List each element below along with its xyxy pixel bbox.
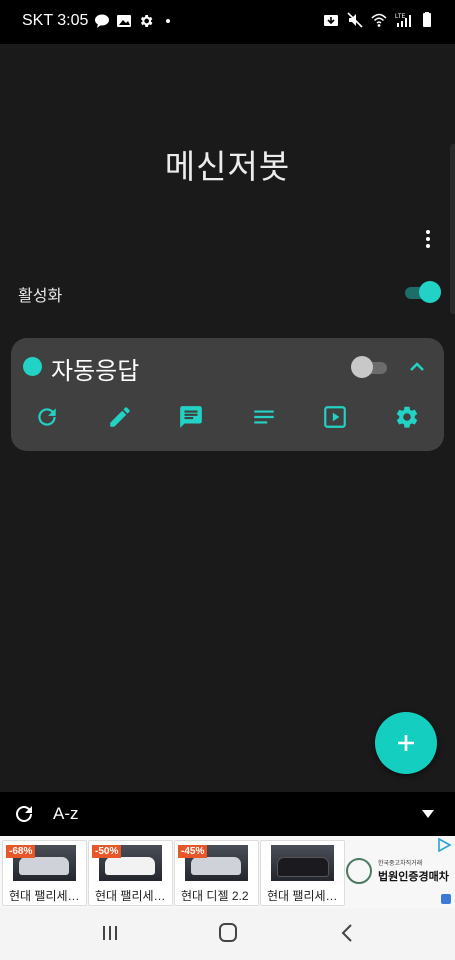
ad-item[interactable]: 현대 팰리세이드 [260, 840, 345, 906]
activate-label: 활성화 [18, 286, 63, 305]
app-body: 메신저봇 활성화 자동응답 [0, 44, 455, 792]
toggle-thumb [419, 281, 441, 303]
nav-bar [0, 908, 455, 960]
status-bar: SKT 3:05 LTE [0, 0, 455, 44]
more-vert-icon[interactable] [418, 227, 438, 251]
ad-item-text: 현대 팰리세이드 [95, 889, 171, 903]
gear-icon [141, 15, 153, 27]
brand-title: 법원인증경매차 [378, 871, 449, 883]
bot-card[interactable]: 자동응답 [11, 338, 444, 451]
ad-choices-icon[interactable] [437, 838, 451, 852]
image-icon [117, 15, 132, 27]
ad-brand[interactable]: 한국중고차직거래 법원인증경매차 [346, 854, 450, 890]
refresh-icon[interactable] [12, 802, 36, 826]
ad-item[interactable]: -45% 현대 디젤 2.2 [174, 840, 259, 906]
lte-signal-icon: LTE [395, 14, 411, 27]
app-title: 메신저봇 [164, 147, 291, 186]
bot-enable-toggle[interactable] [351, 356, 389, 378]
toggle-thumb [351, 356, 373, 378]
ad-item[interactable]: -50% 현대 팰리세이드 [88, 840, 173, 906]
edit-icon[interactable] [107, 404, 133, 430]
sort-bar: A-z [0, 792, 455, 836]
ad-item[interactable]: -68% 현대 팰리세이드 [2, 840, 87, 906]
back-icon[interactable] [333, 922, 361, 944]
bot-actions [11, 404, 444, 434]
ad-banner[interactable]: -68% 현대 팰리세이드 -50% 현대 팰리세이드 -45% 현대 디젤 2… [0, 836, 455, 908]
ad-info-icon[interactable] [441, 894, 451, 904]
refresh-icon[interactable] [34, 404, 60, 430]
ad-item-text: 현대 디젤 2.2 [181, 889, 249, 903]
brand-logo-icon [346, 858, 372, 884]
svg-text:LTE: LTE [395, 14, 406, 20]
discount-badge: -45% [178, 845, 208, 858]
chevron-down-icon[interactable] [422, 810, 434, 818]
talk-icon [95, 14, 110, 28]
discount-badge: -50% [92, 845, 122, 858]
chevron-up-icon[interactable] [405, 356, 429, 378]
sort-selector[interactable]: A-z [53, 804, 79, 824]
ad-item-text: 현대 팰리세이드 [267, 889, 343, 903]
recent-apps-icon[interactable] [96, 922, 124, 944]
notes-icon[interactable] [251, 404, 277, 430]
chat-icon[interactable] [178, 404, 204, 430]
car-image [271, 845, 334, 881]
add-bot-button[interactable] [375, 712, 437, 774]
wifi-icon [371, 13, 387, 27]
download-icon [324, 15, 338, 26]
bot-status-dot [23, 357, 42, 376]
gear-icon[interactable] [394, 404, 420, 430]
play-icon[interactable] [322, 404, 348, 430]
plus-icon [398, 735, 414, 751]
mute-icon [347, 12, 363, 28]
home-icon[interactable] [214, 922, 242, 944]
bot-name: 자동응답 [51, 357, 140, 385]
carrier-time: SKT 3:05 [22, 12, 89, 29]
ad-item-text: 현대 팰리세이드 [9, 889, 85, 903]
discount-badge: -68% [6, 845, 36, 858]
dot-icon [166, 19, 171, 23]
activate-toggle[interactable] [403, 281, 441, 303]
battery-icon [423, 12, 431, 27]
brand-subtitle: 한국중고차직거래 [378, 861, 423, 867]
